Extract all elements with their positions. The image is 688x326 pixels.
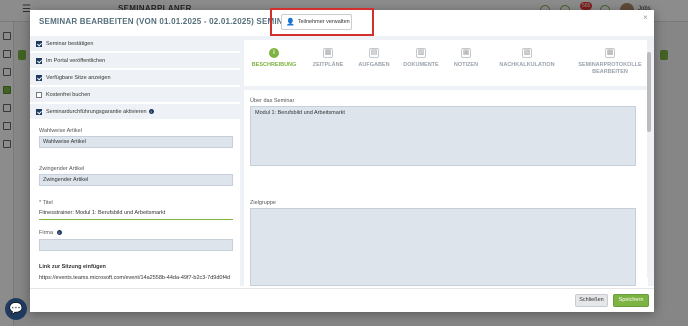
tab-description[interactable]: i BESCHREIBUNG bbox=[244, 40, 304, 86]
checkbox-label: Kostenfrei buchen bbox=[46, 91, 91, 98]
checkbox-free-booking[interactable]: Kostenfrei buchen bbox=[30, 87, 240, 103]
tab-label: AUFGABEN bbox=[358, 62, 390, 68]
documents-icon: ▥ bbox=[416, 48, 426, 58]
tab-calculation[interactable]: ▧ NACHKALKULATION bbox=[488, 40, 566, 86]
info-icon[interactable]: i bbox=[56, 230, 62, 235]
tab-notes[interactable]: ▣ NOTIZEN bbox=[446, 40, 486, 86]
tab-label: NOTIZEN bbox=[453, 62, 479, 68]
tab-documents[interactable]: ▥ DOKUMENTE bbox=[398, 40, 444, 86]
protocol-icon: ▩ bbox=[605, 48, 615, 58]
checkbox-publish-portal[interactable]: Im Portal veröffentlichen bbox=[30, 53, 240, 69]
mandatory-article-select[interactable]: Zwingender Artikel bbox=[39, 174, 233, 186]
title-input[interactable]: Fitnesstrainer: Modul 1: Berufsbild und … bbox=[39, 208, 233, 220]
tab-label: DOKUMENTE bbox=[403, 62, 439, 68]
calculation-icon: ▧ bbox=[522, 48, 532, 58]
about-seminar-textarea[interactable]: Modul 1: Berufsbild und Arbeitsmarkt bbox=[250, 106, 636, 166]
chat-icon[interactable]: 💬 bbox=[5, 298, 27, 320]
checkbox-unchecked-icon[interactable] bbox=[36, 91, 42, 98]
company-label-text: Firma bbox=[39, 230, 54, 236]
optional-article-select[interactable]: Wahlweise Artikel bbox=[39, 136, 233, 148]
description-content: Über das Seminar Modul 1: Berufsbild und… bbox=[244, 90, 648, 286]
about-seminar-label: Über das Seminar bbox=[250, 98, 295, 104]
tab-label: NACHKALKULATION bbox=[499, 62, 555, 68]
edit-seminar-modal: SEMINAR BEARBEITEN (VON 01.01.2025 - 02.… bbox=[30, 8, 654, 312]
session-link-label: Link zur Sitzung einfügen bbox=[39, 264, 106, 270]
details-panel: i BESCHREIBUNG ▦ ZEITPLÄNE ▤ AUFGABEN ▥ … bbox=[240, 36, 654, 286]
tab-bar: i BESCHREIBUNG ▦ ZEITPLÄNE ▤ AUFGABEN ▥ … bbox=[244, 40, 648, 86]
tab-label: BESCHREIBUNG bbox=[251, 62, 297, 68]
title-label: * Titel bbox=[39, 200, 53, 206]
save-button[interactable]: Speichern bbox=[613, 294, 649, 307]
optional-article-label: Wahlweise Artikel bbox=[39, 128, 82, 134]
mandatory-article-label: Zwingender Artikel bbox=[39, 166, 85, 172]
close-button[interactable]: Schließen bbox=[575, 294, 608, 307]
notes-icon: ▣ bbox=[461, 48, 471, 58]
session-link-input[interactable]: https://events.teams.microsoft.com/event… bbox=[39, 275, 239, 281]
company-input[interactable] bbox=[39, 239, 233, 251]
checkbox-checked-icon[interactable] bbox=[36, 74, 42, 81]
checkbox-checked-icon[interactable] bbox=[36, 57, 42, 64]
tab-tasks[interactable]: ▤ AUFGABEN bbox=[352, 40, 396, 86]
scroll-thumb[interactable] bbox=[647, 52, 651, 132]
company-label: Firma i bbox=[39, 230, 62, 236]
checkbox-label: Seminardurchführungsgarantie aktivieren bbox=[46, 108, 147, 115]
settings-column: Seminar bestätigen Im Portal veröffentli… bbox=[30, 36, 240, 312]
schedule-icon: ▦ bbox=[323, 48, 333, 58]
checkbox-checked-icon[interactable] bbox=[36, 108, 42, 115]
checkbox-label: Im Portal veröffentlichen bbox=[46, 57, 106, 64]
tab-label: SEMINARPROTOKOLLE BEARBEITEN bbox=[578, 62, 642, 75]
checkbox-checked-icon[interactable] bbox=[36, 40, 42, 47]
checkbox-confirm-seminar[interactable]: Seminar bestätigen bbox=[30, 36, 240, 52]
info-icon: i bbox=[269, 48, 279, 58]
tab-schedules[interactable]: ▦ ZEITPLÄNE bbox=[306, 40, 350, 86]
tab-label: ZEITPLÄNE bbox=[312, 62, 344, 68]
checkbox-show-seats[interactable]: Verfügbare Sitze anzeigen bbox=[30, 70, 240, 86]
checkbox-label: Verfügbare Sitze anzeigen bbox=[46, 74, 111, 81]
tasks-icon: ▤ bbox=[369, 48, 379, 58]
tab-protocols[interactable]: ▩ SEMINARPROTOKOLLE BEARBEITEN bbox=[572, 40, 648, 86]
modal-scrollbar[interactable] bbox=[647, 38, 651, 278]
checkbox-label: Seminar bestätigen bbox=[46, 40, 94, 47]
highlight-annotation bbox=[270, 8, 374, 36]
close-icon[interactable]: × bbox=[643, 13, 648, 22]
target-group-textarea[interactable] bbox=[250, 208, 636, 286]
modal-footer: Schließen Speichern bbox=[30, 288, 654, 312]
target-group-label: Zielgruppe bbox=[250, 200, 276, 206]
checkbox-guarantee[interactable]: Seminardurchführungsgarantie aktivieren … bbox=[30, 104, 240, 120]
modal-header: SEMINAR BEARBEITEN (VON 01.01.2025 - 02.… bbox=[30, 8, 654, 36]
info-icon[interactable]: i bbox=[148, 109, 154, 114]
